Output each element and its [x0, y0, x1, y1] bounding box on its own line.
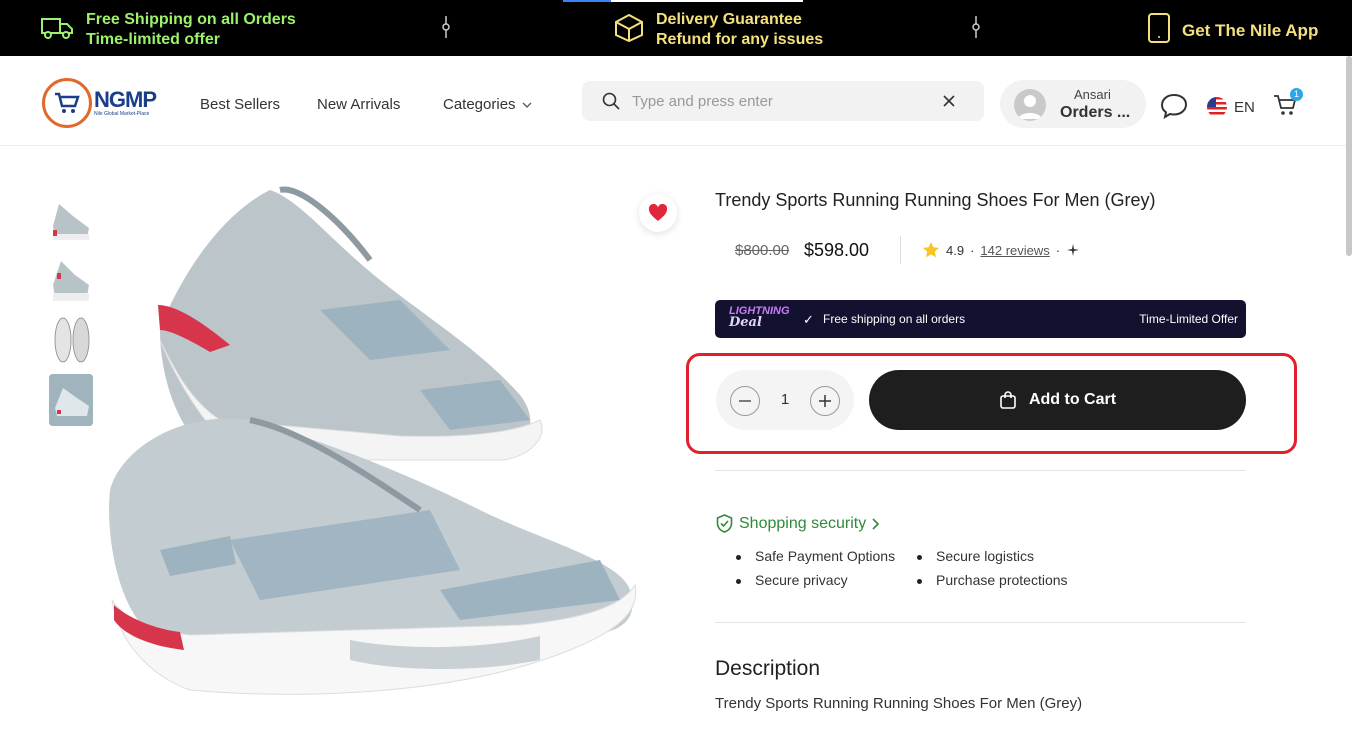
- lightning-deal-banner: LIGHTNING Deal ✓ Free shipping on all or…: [715, 300, 1246, 338]
- promo-bar: Free Shipping on all Orders Time-limited…: [0, 0, 1352, 56]
- product-main-image: [109, 186, 637, 695]
- promo-shipping-line2: Time-limited offer: [86, 31, 220, 48]
- us-flag-icon: [1207, 97, 1227, 117]
- shopping-bag-icon: [1000, 391, 1016, 409]
- rating-dot: ·: [1055, 242, 1061, 258]
- account-orders: Orders ...: [1060, 104, 1131, 121]
- promo-delivery-line1: Delivery Guarantee: [656, 11, 802, 28]
- logo-text: NGMP: [94, 87, 157, 112]
- shield-check-icon: [716, 514, 733, 533]
- product-thumbnail[interactable]: [49, 194, 93, 246]
- search-input[interactable]: [632, 92, 922, 110]
- language-selector[interactable]: EN: [1206, 96, 1255, 118]
- sparkle-icon[interactable]: [1066, 243, 1080, 257]
- favorite-button[interactable]: [639, 194, 677, 232]
- divider: [715, 622, 1246, 623]
- increase-quantity-button[interactable]: [810, 386, 840, 416]
- security-item: Safe Payment Options: [735, 548, 896, 564]
- logo-subtitle: Nile Global Market-Place: [94, 111, 150, 117]
- product-title: Trendy Sports Running Running Shoes For …: [715, 190, 1156, 210]
- price-divider: [900, 236, 901, 264]
- truck-icon: [40, 15, 74, 46]
- original-price: $800.00: [735, 242, 790, 259]
- shoe-sole-icon: [54, 317, 90, 363]
- security-item: Secure logistics: [916, 548, 1035, 564]
- deal-free-shipping: Free shipping on all orders: [823, 312, 966, 326]
- chevron-down-icon: [522, 102, 532, 108]
- lightning-deal-logo: LIGHTNING Deal: [729, 306, 790, 330]
- nav-categories[interactable]: Categories: [443, 96, 532, 113]
- deal-time-limited: Time-Limited Offer: [1139, 312, 1238, 326]
- star-icon: [922, 241, 940, 258]
- security-item: Purchase protections: [917, 572, 1068, 588]
- clear-search-icon[interactable]: [942, 94, 956, 108]
- check-icon: ✓: [803, 312, 814, 327]
- separator-icon: [972, 16, 980, 38]
- add-to-cart-button[interactable]: Add to Cart: [869, 370, 1246, 430]
- rating-summary: 4.9 · 142 reviews ·: [922, 241, 1080, 259]
- deal-logo-line2: Deal: [729, 315, 762, 330]
- search-bar: [582, 81, 984, 121]
- nav-new-arrivals[interactable]: New Arrivals: [317, 96, 400, 113]
- shoe-thumbnail-icon: [53, 261, 89, 301]
- quantity-stepper: 1: [716, 370, 854, 430]
- rating-dot: ·: [970, 242, 975, 258]
- search-icon[interactable]: [602, 92, 620, 110]
- heart-icon: [648, 204, 668, 221]
- shopping-security-link[interactable]: Shopping security: [716, 514, 880, 533]
- get-app-label: Get The Nile App: [1182, 20, 1319, 40]
- divider: [715, 470, 1246, 471]
- shoe-lifestyle-icon: [49, 374, 93, 426]
- chat-icon[interactable]: [1160, 93, 1188, 119]
- language-label: EN: [1234, 98, 1255, 116]
- plus-icon: [819, 395, 831, 407]
- add-to-cart-label: Add to Cart: [1028, 391, 1117, 408]
- description-heading: Description: [715, 657, 821, 680]
- description-text: Trendy Sports Running Running Shoes For …: [715, 695, 1083, 712]
- product-thumbnail[interactable]: [49, 314, 93, 366]
- shopping-security-title: Shopping security: [739, 514, 867, 532]
- get-app-link[interactable]: Get The Nile App: [1148, 13, 1318, 48]
- nav-best-sellers[interactable]: Best Sellers: [200, 96, 280, 113]
- product-thumbnail[interactable]: [49, 255, 93, 307]
- promo-progress-indicator: [563, 0, 803, 2]
- account-menu[interactable]: Ansari Orders ...: [1000, 80, 1146, 128]
- product-thumbnail-selected[interactable]: [49, 374, 93, 426]
- cart-count-badge: 1: [1290, 88, 1303, 101]
- avatar: [1014, 89, 1046, 121]
- nav-categories-label: Categories: [443, 96, 516, 113]
- site-header: NGMP Nile Global Market-Place Best Selle…: [0, 56, 1352, 146]
- package-icon: [614, 13, 644, 48]
- reviews-link[interactable]: 142 reviews: [980, 243, 1049, 258]
- scrollbar[interactable]: [1346, 56, 1352, 256]
- chevron-right-icon: [872, 517, 880, 530]
- sale-price: $598.00: [804, 240, 870, 260]
- rating-value: 4.9: [946, 242, 965, 258]
- shoe-thumbnail-icon: [53, 204, 89, 240]
- cart-logo-icon: [42, 78, 92, 128]
- promo-delivery-guarantee: Delivery Guarantee Refund for any issues: [614, 10, 823, 50]
- promo-free-shipping: Free Shipping on all Orders Time-limited…: [40, 10, 296, 50]
- logo[interactable]: NGMP Nile Global Market-Place: [42, 78, 157, 128]
- separator-icon: [442, 16, 450, 38]
- phone-icon: [1148, 13, 1170, 48]
- promo-shipping-line1: Free Shipping on all Orders: [86, 11, 296, 28]
- promo-delivery-line2: Refund for any issues: [656, 31, 824, 48]
- account-name: Ansari: [1074, 87, 1111, 102]
- security-item: Secure privacy: [736, 572, 848, 588]
